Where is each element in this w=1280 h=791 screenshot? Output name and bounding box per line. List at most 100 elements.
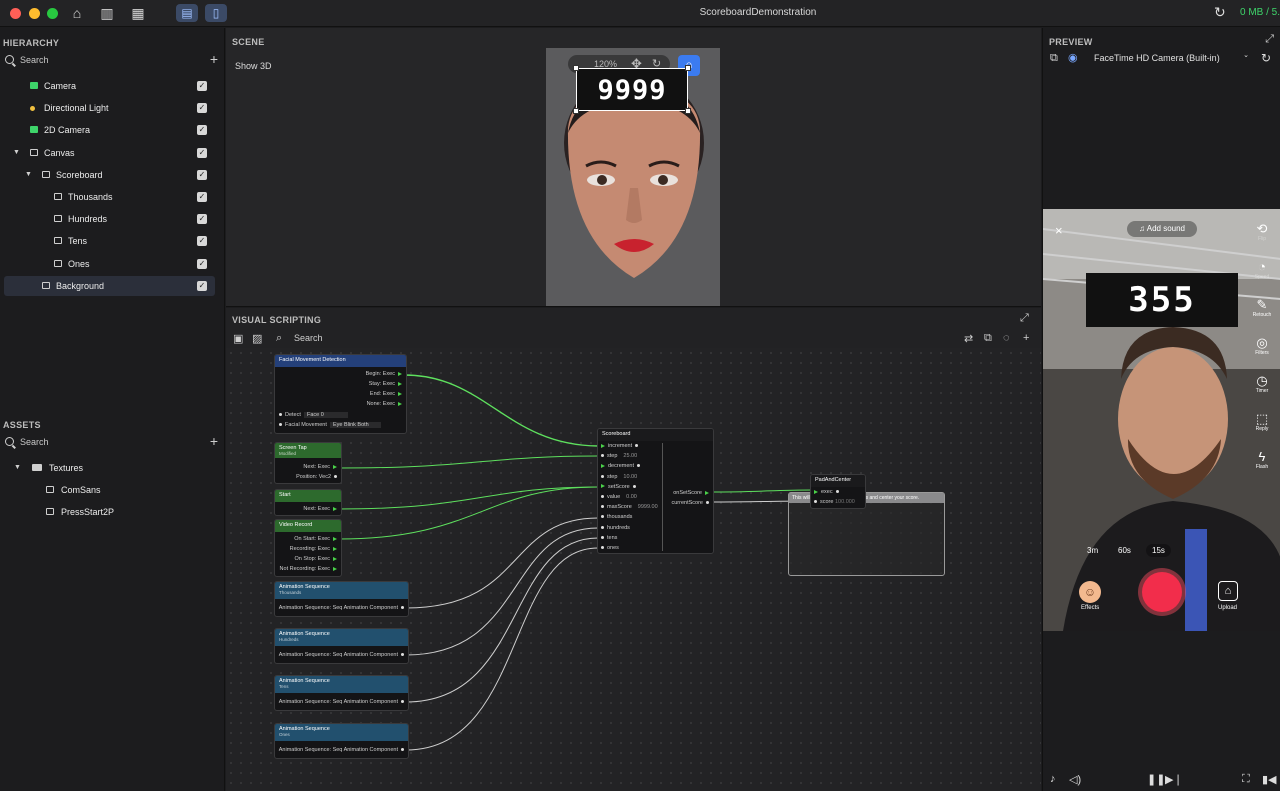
output-pin[interactable]: Animation Sequence: Seq Animation Compon… — [279, 605, 404, 611]
add-node-icon[interactable]: ▣ — [233, 332, 243, 345]
input-pin[interactable]: value 0.00 — [601, 494, 637, 500]
hierarchy-item[interactable]: Thousands ✓ — [4, 187, 215, 207]
visibility-checkbox[interactable]: ✓ — [197, 81, 207, 91]
movement-row[interactable]: Facial Movement Eye Blink Both — [279, 422, 381, 428]
record-button[interactable] — [1142, 572, 1182, 612]
output-pin[interactable]: Position: Vec2 — [296, 474, 337, 480]
retouch-button[interactable]: ✎ Retouch — [1249, 297, 1275, 318]
output-pin[interactable]: Animation Sequence: Seq Animation Compon… — [279, 652, 404, 658]
output-pin[interactable]: On Stop: Exec — [295, 556, 337, 562]
visibility-checkbox[interactable]: ✓ — [197, 147, 207, 158]
node-video-record[interactable]: Video Record On Start: Exec Recording: E… — [274, 519, 342, 577]
hierarchy-item[interactable]: Tens ✓ — [4, 231, 215, 251]
pin-value-field[interactable]: 25.00 — [623, 453, 637, 459]
minimize-window-button[interactable] — [29, 8, 40, 19]
hierarchy-item[interactable]: 2D Camera ✓ — [4, 120, 215, 140]
webcam-icon[interactable]: ◉ — [1068, 51, 1078, 64]
hierarchy-item[interactable]: Directional Light ✓ — [4, 98, 215, 118]
visibility-checkbox[interactable]: ✓ — [197, 192, 207, 202]
output-pin[interactable]: Next: Exec — [303, 464, 337, 470]
phone-preview[interactable]: × ♫ Add sound ⟲ Flip ◔ Speed ✎ Retouch ◎ Fil… — [1043, 209, 1280, 631]
layout-toggle-icon[interactable]: ▤ — [176, 4, 198, 22]
hierarchy-item[interactable]: Ones ✓ — [4, 254, 215, 274]
visibility-checkbox[interactable]: ✓ — [197, 125, 207, 136]
add-asset-icon[interactable]: + — [210, 433, 218, 449]
add-icon[interactable]: + — [1023, 332, 1029, 344]
node-pad-and-center[interactable]: PadAndCenter exec score 100.000 — [810, 474, 866, 509]
volume-icon[interactable]: ◁) — [1069, 773, 1081, 786]
output-pin[interactable]: None: Exec — [367, 401, 402, 407]
library-icon[interactable]: ▥ — [97, 4, 117, 22]
assets-search-input[interactable]: Search — [20, 437, 49, 447]
asset-item[interactable]: PressStart2P — [4, 502, 215, 522]
hierarchy-item[interactable]: Background ✓ — [4, 275, 215, 296]
pin-value-field[interactable]: 10.00 — [623, 474, 637, 480]
close-icon[interactable]: × — [1055, 223, 1063, 238]
refresh-icon[interactable]: ↻ — [1261, 51, 1271, 65]
flash-button[interactable]: ϟ Flash — [1249, 449, 1275, 470]
next-frame-icon[interactable]: ▶❘ — [1165, 773, 1183, 786]
flip-button[interactable]: ⟲ Flip — [1249, 221, 1275, 242]
frame-icon[interactable]: ▨ — [252, 332, 262, 345]
copy-icon[interactable]: ⧉ — [1050, 52, 1058, 65]
input-pin[interactable]: increment — [601, 443, 639, 449]
duration-15s[interactable]: 15s — [1146, 544, 1171, 557]
visibility-checkbox[interactable]: ✓ — [197, 280, 207, 291]
reply-button[interactable]: ⬚ Reply — [1249, 411, 1275, 432]
score-field[interactable]: 100.000 — [835, 499, 855, 505]
output-pin[interactable]: Animation Sequence: Seq Animation Compon… — [279, 699, 404, 705]
assets-search[interactable]: Search + — [5, 433, 220, 452]
output-pin[interactable]: Next: Exec — [303, 506, 337, 512]
expand-caret-icon[interactable]: ▼ — [14, 458, 21, 478]
scene-scoreboard[interactable]: 9999 — [576, 68, 688, 111]
assets-folder-row[interactable]: ▼ Textures — [4, 458, 215, 478]
node-animation-sequence[interactable]: Animation Sequence Tens Animation Sequenc… — [274, 675, 409, 711]
detect-row[interactable]: Detect Face 0 — [279, 412, 348, 418]
output-pin[interactable]: currentScore — [672, 500, 709, 506]
output-pin[interactable]: Animation Sequence: Seq Animation Compon… — [279, 747, 404, 753]
visibility-checkbox[interactable]: ✓ — [197, 169, 207, 180]
speed-button[interactable]: ◔ Speed — [1249, 259, 1275, 280]
group-icon[interactable]: ⧉ — [984, 332, 992, 345]
input-pin[interactable]: thousands — [601, 514, 632, 520]
timer-button[interactable]: ◷ Timer — [1249, 373, 1275, 394]
hierarchy-item[interactable]: ▼ Scoreboard ✓ — [4, 165, 215, 185]
output-pin[interactable]: onSetScore — [673, 490, 709, 496]
hierarchy-item[interactable]: Hundreds ✓ — [4, 209, 215, 229]
visibility-checkbox[interactable]: ✓ — [197, 103, 207, 114]
expand-icon[interactable]: ⤢ — [1265, 33, 1274, 46]
add-object-icon[interactable]: + — [210, 51, 218, 67]
expand-icon[interactable]: ⤢ — [1020, 312, 1029, 325]
detect-select[interactable]: Face 0 — [303, 412, 348, 418]
show-3d-toggle[interactable]: Show 3D — [235, 61, 272, 71]
visibility-checkbox[interactable]: ✓ — [197, 236, 207, 247]
input-pin[interactable]: maxScore 9999.00 — [601, 504, 658, 510]
resize-handle[interactable] — [685, 108, 691, 114]
input-pin[interactable]: step 25.00 — [601, 453, 637, 459]
expand-caret-icon[interactable]: ▼ — [13, 143, 20, 163]
tiktok-icon[interactable]: ♪ — [1050, 773, 1056, 785]
comment-icon[interactable]: ◌ — [1003, 332, 1010, 344]
align-icon[interactable]: ⇄ — [964, 332, 973, 345]
input-pin[interactable]: hundreds — [601, 525, 630, 531]
pause-icon[interactable]: ❚❚ — [1147, 773, 1165, 786]
asset-item[interactable]: ComSans — [4, 480, 215, 500]
add-sound-button[interactable]: ♫ Add sound — [1127, 221, 1197, 237]
duration-3m[interactable]: 3m — [1087, 546, 1098, 555]
input-pin[interactable]: ones — [601, 545, 619, 551]
node-facial-movement[interactable]: Facial Movement Detection Begin: Exec St… — [274, 354, 407, 434]
input-pin[interactable]: score 100.000 — [814, 499, 855, 505]
input-pin[interactable]: setScore — [601, 484, 636, 490]
node-scoreboard[interactable]: Scoreboard increment step 25.00 decrement st… — [597, 428, 714, 554]
pin-value-field[interactable]: 0.00 — [626, 494, 637, 500]
record-video-icon[interactable]: ▮◀ — [1262, 773, 1277, 786]
hierarchy-search[interactable]: Search + — [5, 51, 220, 70]
expand-caret-icon[interactable]: ▼ — [25, 165, 32, 185]
node-animation-sequence[interactable]: Animation Sequence Ones Animation Sequenc… — [274, 723, 409, 759]
visibility-checkbox[interactable]: ✓ — [197, 214, 207, 225]
resize-handle[interactable] — [573, 108, 579, 114]
visibility-checkbox[interactable]: ✓ — [197, 258, 207, 269]
refresh-icon[interactable]: ↻ — [1214, 4, 1226, 21]
device-toggle-icon[interactable]: ▯ — [205, 4, 227, 22]
node-animation-sequence[interactable]: Animation Sequence Thousands Animation Se… — [274, 581, 409, 617]
